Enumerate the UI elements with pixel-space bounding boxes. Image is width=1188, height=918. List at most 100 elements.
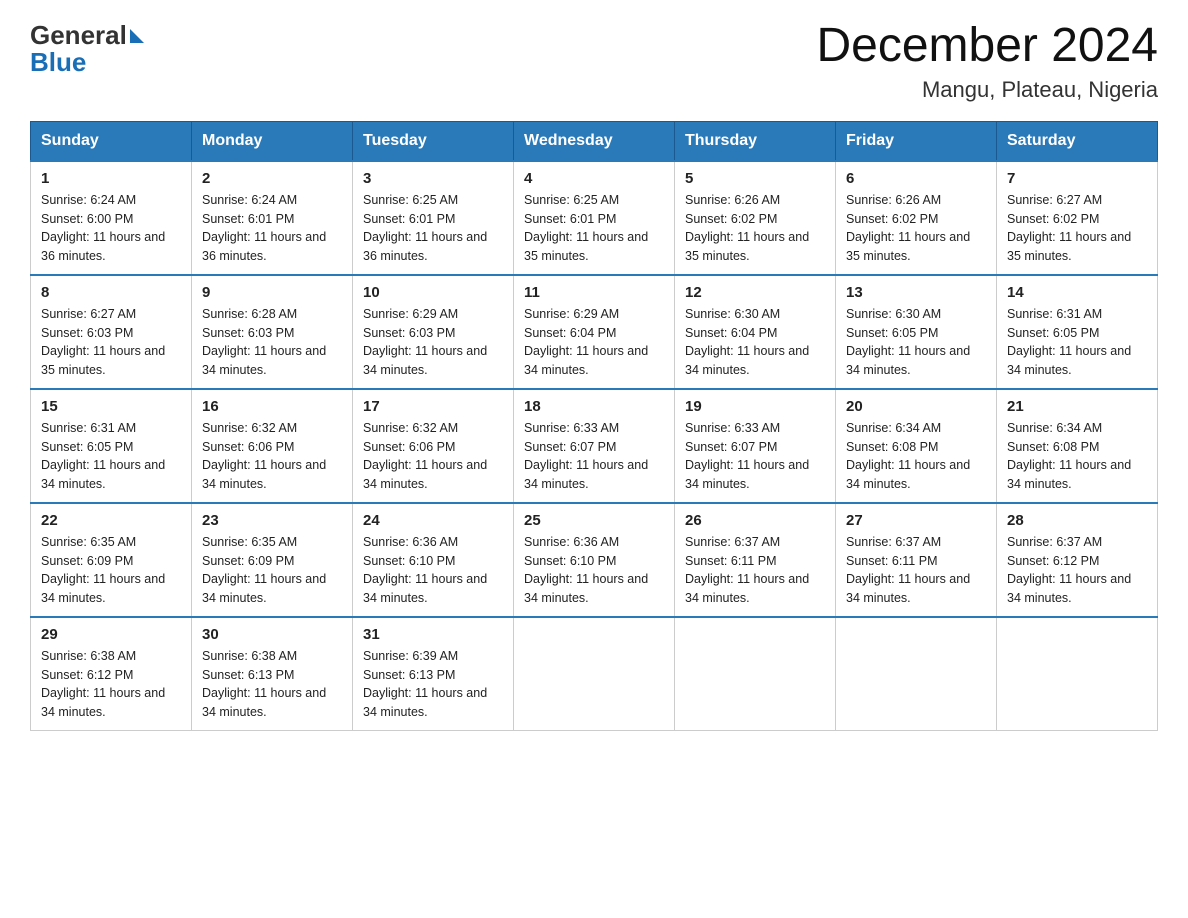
calendar-cell [675, 617, 836, 731]
day-number: 3 [363, 170, 503, 187]
day-info: Sunrise: 6:37 AMSunset: 6:12 PMDaylight:… [1007, 535, 1131, 605]
week-row-3: 15 Sunrise: 6:31 AMSunset: 6:05 PMDaylig… [31, 389, 1158, 503]
day-info: Sunrise: 6:26 AMSunset: 6:02 PMDaylight:… [846, 193, 970, 263]
calendar-cell: 21 Sunrise: 6:34 AMSunset: 6:08 PMDaylig… [997, 389, 1158, 503]
day-info: Sunrise: 6:32 AMSunset: 6:06 PMDaylight:… [202, 421, 326, 491]
day-number: 19 [685, 398, 825, 415]
header-thursday: Thursday [675, 121, 836, 161]
title-area: December 2024 Mangu, Plateau, Nigeria [816, 20, 1158, 103]
calendar-cell: 30 Sunrise: 6:38 AMSunset: 6:13 PMDaylig… [192, 617, 353, 731]
calendar-cell: 8 Sunrise: 6:27 AMSunset: 6:03 PMDayligh… [31, 275, 192, 389]
calendar-cell: 5 Sunrise: 6:26 AMSunset: 6:02 PMDayligh… [675, 161, 836, 275]
day-info: Sunrise: 6:37 AMSunset: 6:11 PMDaylight:… [685, 535, 809, 605]
calendar-cell: 2 Sunrise: 6:24 AMSunset: 6:01 PMDayligh… [192, 161, 353, 275]
weekday-header-row: Sunday Monday Tuesday Wednesday Thursday… [31, 121, 1158, 161]
calendar-cell: 3 Sunrise: 6:25 AMSunset: 6:01 PMDayligh… [353, 161, 514, 275]
day-number: 21 [1007, 398, 1147, 415]
day-info: Sunrise: 6:27 AMSunset: 6:03 PMDaylight:… [41, 307, 165, 377]
calendar-cell: 20 Sunrise: 6:34 AMSunset: 6:08 PMDaylig… [836, 389, 997, 503]
day-number: 8 [41, 284, 181, 301]
logo: General Blue [30, 20, 144, 78]
calendar-table: Sunday Monday Tuesday Wednesday Thursday… [30, 121, 1158, 731]
day-info: Sunrise: 6:33 AMSunset: 6:07 PMDaylight:… [524, 421, 648, 491]
calendar-cell: 10 Sunrise: 6:29 AMSunset: 6:03 PMDaylig… [353, 275, 514, 389]
day-number: 17 [363, 398, 503, 415]
week-row-4: 22 Sunrise: 6:35 AMSunset: 6:09 PMDaylig… [31, 503, 1158, 617]
page-header: General Blue December 2024 Mangu, Platea… [30, 20, 1158, 103]
day-info: Sunrise: 6:37 AMSunset: 6:11 PMDaylight:… [846, 535, 970, 605]
calendar-cell: 15 Sunrise: 6:31 AMSunset: 6:05 PMDaylig… [31, 389, 192, 503]
day-info: Sunrise: 6:30 AMSunset: 6:05 PMDaylight:… [846, 307, 970, 377]
day-number: 30 [202, 626, 342, 643]
day-info: Sunrise: 6:26 AMSunset: 6:02 PMDaylight:… [685, 193, 809, 263]
day-info: Sunrise: 6:34 AMSunset: 6:08 PMDaylight:… [846, 421, 970, 491]
day-info: Sunrise: 6:25 AMSunset: 6:01 PMDaylight:… [524, 193, 648, 263]
calendar-cell: 16 Sunrise: 6:32 AMSunset: 6:06 PMDaylig… [192, 389, 353, 503]
calendar-cell: 24 Sunrise: 6:36 AMSunset: 6:10 PMDaylig… [353, 503, 514, 617]
day-info: Sunrise: 6:35 AMSunset: 6:09 PMDaylight:… [41, 535, 165, 605]
day-number: 2 [202, 170, 342, 187]
day-number: 16 [202, 398, 342, 415]
day-number: 10 [363, 284, 503, 301]
day-info: Sunrise: 6:39 AMSunset: 6:13 PMDaylight:… [363, 649, 487, 719]
day-info: Sunrise: 6:36 AMSunset: 6:10 PMDaylight:… [524, 535, 648, 605]
day-info: Sunrise: 6:31 AMSunset: 6:05 PMDaylight:… [41, 421, 165, 491]
header-sunday: Sunday [31, 121, 192, 161]
calendar-cell: 25 Sunrise: 6:36 AMSunset: 6:10 PMDaylig… [514, 503, 675, 617]
calendar-cell: 31 Sunrise: 6:39 AMSunset: 6:13 PMDaylig… [353, 617, 514, 731]
day-info: Sunrise: 6:25 AMSunset: 6:01 PMDaylight:… [363, 193, 487, 263]
day-number: 20 [846, 398, 986, 415]
month-title: December 2024 [816, 20, 1158, 73]
calendar-cell: 27 Sunrise: 6:37 AMSunset: 6:11 PMDaylig… [836, 503, 997, 617]
calendar-cell [514, 617, 675, 731]
calendar-cell: 9 Sunrise: 6:28 AMSunset: 6:03 PMDayligh… [192, 275, 353, 389]
week-row-5: 29 Sunrise: 6:38 AMSunset: 6:12 PMDaylig… [31, 617, 1158, 731]
day-info: Sunrise: 6:27 AMSunset: 6:02 PMDaylight:… [1007, 193, 1131, 263]
day-number: 1 [41, 170, 181, 187]
day-info: Sunrise: 6:38 AMSunset: 6:12 PMDaylight:… [41, 649, 165, 719]
day-info: Sunrise: 6:31 AMSunset: 6:05 PMDaylight:… [1007, 307, 1131, 377]
week-row-1: 1 Sunrise: 6:24 AMSunset: 6:00 PMDayligh… [31, 161, 1158, 275]
calendar-cell [997, 617, 1158, 731]
day-info: Sunrise: 6:30 AMSunset: 6:04 PMDaylight:… [685, 307, 809, 377]
logo-arrow-icon [130, 29, 144, 43]
calendar-cell: 19 Sunrise: 6:33 AMSunset: 6:07 PMDaylig… [675, 389, 836, 503]
calendar-cell: 4 Sunrise: 6:25 AMSunset: 6:01 PMDayligh… [514, 161, 675, 275]
calendar-cell: 22 Sunrise: 6:35 AMSunset: 6:09 PMDaylig… [31, 503, 192, 617]
calendar-cell: 26 Sunrise: 6:37 AMSunset: 6:11 PMDaylig… [675, 503, 836, 617]
day-number: 9 [202, 284, 342, 301]
day-number: 14 [1007, 284, 1147, 301]
calendar-cell: 14 Sunrise: 6:31 AMSunset: 6:05 PMDaylig… [997, 275, 1158, 389]
calendar-cell: 6 Sunrise: 6:26 AMSunset: 6:02 PMDayligh… [836, 161, 997, 275]
day-number: 4 [524, 170, 664, 187]
calendar-cell: 28 Sunrise: 6:37 AMSunset: 6:12 PMDaylig… [997, 503, 1158, 617]
logo-blue-text: Blue [30, 47, 86, 78]
header-wednesday: Wednesday [514, 121, 675, 161]
day-info: Sunrise: 6:36 AMSunset: 6:10 PMDaylight:… [363, 535, 487, 605]
day-number: 11 [524, 284, 664, 301]
week-row-2: 8 Sunrise: 6:27 AMSunset: 6:03 PMDayligh… [31, 275, 1158, 389]
day-number: 12 [685, 284, 825, 301]
calendar-cell: 1 Sunrise: 6:24 AMSunset: 6:00 PMDayligh… [31, 161, 192, 275]
day-number: 23 [202, 512, 342, 529]
location-title: Mangu, Plateau, Nigeria [816, 77, 1158, 103]
calendar-cell [836, 617, 997, 731]
calendar-cell: 23 Sunrise: 6:35 AMSunset: 6:09 PMDaylig… [192, 503, 353, 617]
header-monday: Monday [192, 121, 353, 161]
day-number: 5 [685, 170, 825, 187]
day-info: Sunrise: 6:24 AMSunset: 6:01 PMDaylight:… [202, 193, 326, 263]
day-info: Sunrise: 6:28 AMSunset: 6:03 PMDaylight:… [202, 307, 326, 377]
calendar-cell: 18 Sunrise: 6:33 AMSunset: 6:07 PMDaylig… [514, 389, 675, 503]
day-number: 6 [846, 170, 986, 187]
day-info: Sunrise: 6:38 AMSunset: 6:13 PMDaylight:… [202, 649, 326, 719]
day-number: 15 [41, 398, 181, 415]
header-tuesday: Tuesday [353, 121, 514, 161]
day-info: Sunrise: 6:24 AMSunset: 6:00 PMDaylight:… [41, 193, 165, 263]
calendar-cell: 7 Sunrise: 6:27 AMSunset: 6:02 PMDayligh… [997, 161, 1158, 275]
calendar-cell: 12 Sunrise: 6:30 AMSunset: 6:04 PMDaylig… [675, 275, 836, 389]
day-number: 24 [363, 512, 503, 529]
day-number: 28 [1007, 512, 1147, 529]
calendar-cell: 29 Sunrise: 6:38 AMSunset: 6:12 PMDaylig… [31, 617, 192, 731]
day-number: 22 [41, 512, 181, 529]
day-info: Sunrise: 6:35 AMSunset: 6:09 PMDaylight:… [202, 535, 326, 605]
